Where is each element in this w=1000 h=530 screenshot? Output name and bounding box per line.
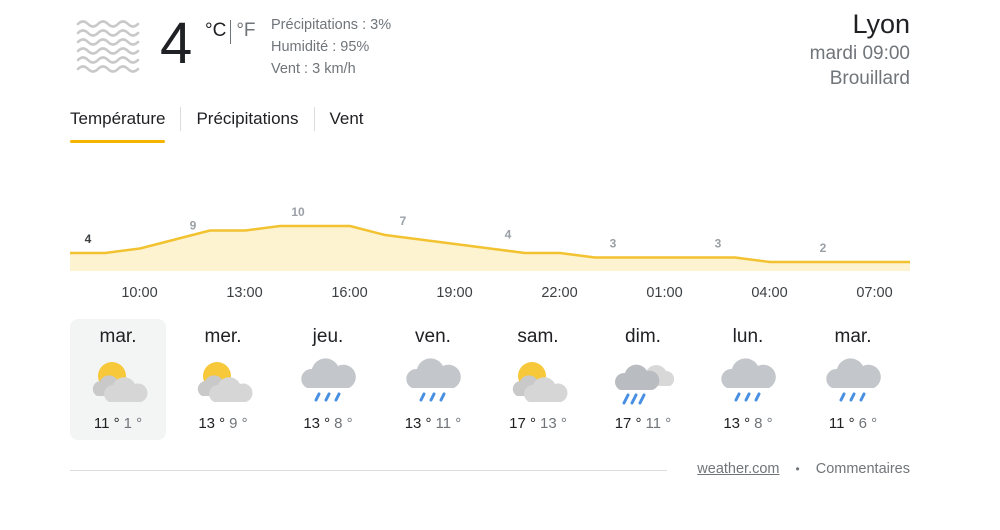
precipitation-text: Précipitations : 3% bbox=[271, 17, 392, 33]
high-temperature: 17 ° bbox=[614, 415, 642, 432]
daily-forecast: mar. 11 ° 1 ° mer. 13 ° 9 ° jeu. 13 ° 8 ° ven. 13 … bbox=[70, 319, 910, 440]
temperature-data-label: 10 bbox=[291, 205, 305, 219]
high-temperature: 13 ° bbox=[723, 415, 751, 432]
humidity-text: Humidité : 95% bbox=[271, 39, 370, 55]
current-conditions: 4 °C °F Précipitations : 3% Humidité : 9… bbox=[0, 0, 1000, 100]
hour-tick-label: 22:00 bbox=[541, 285, 578, 301]
wind-text: Vent : 3 km/h bbox=[271, 61, 356, 77]
high-temperature: 13 ° bbox=[404, 415, 432, 432]
day-temperatures: 17 ° 11 ° bbox=[595, 414, 691, 434]
forecast-day-2[interactable]: jeu. 13 ° 8 ° bbox=[280, 319, 376, 440]
day-name: ven. bbox=[415, 326, 451, 347]
high-temperature: 17 ° bbox=[509, 415, 536, 432]
low-temperature: 13 ° bbox=[540, 415, 567, 432]
rain-icon bbox=[717, 356, 779, 408]
temperature-chart-svg: 4 9 10 7 4 3 3 2 bbox=[70, 205, 910, 271]
temperature-data-label: 3 bbox=[610, 237, 617, 251]
day-name: dim. bbox=[625, 326, 661, 347]
low-temperature: 11 ° bbox=[435, 415, 462, 432]
day-name: mer. bbox=[204, 326, 242, 347]
low-temperature: 11 ° bbox=[645, 415, 672, 432]
forecast-day-4[interactable]: sam. 17 ° 13 ° bbox=[490, 319, 586, 440]
hour-tick-label: 13:00 bbox=[226, 285, 263, 301]
fahrenheit-button[interactable]: °F bbox=[236, 20, 255, 42]
day-temperatures: 13 ° 11 ° bbox=[385, 414, 481, 434]
day-name: sam. bbox=[517, 326, 559, 347]
city-name: Lyon bbox=[852, 9, 910, 39]
forecast-day-3[interactable]: ven. 13 ° 11 ° bbox=[385, 319, 481, 440]
tab-temperature[interactable]: Température bbox=[70, 103, 166, 143]
day-temperatures: 13 ° 8 ° bbox=[280, 414, 376, 434]
current-temperature: 4 bbox=[160, 11, 193, 76]
low-temperature: 8 ° bbox=[334, 415, 353, 432]
hour-tick-label: 19:00 bbox=[436, 285, 473, 301]
temperature-data-label: 4 bbox=[85, 232, 92, 246]
partly-cloudy-icon bbox=[87, 356, 149, 408]
low-temperature: 9 ° bbox=[229, 415, 248, 432]
low-temperature: 6 ° bbox=[858, 415, 878, 432]
day-temperatures: 13 ° 8 ° bbox=[700, 414, 796, 434]
high-temperature: 13 ° bbox=[303, 415, 331, 432]
scattered-showers-icon bbox=[612, 356, 675, 408]
day-temperatures: 17 ° 13 ° bbox=[490, 414, 586, 434]
day-temperatures: 11 ° 6 ° bbox=[805, 414, 901, 434]
tab-divider bbox=[180, 107, 182, 131]
footer: weather.com • Commentaires bbox=[697, 461, 910, 477]
high-temperature: 13 ° bbox=[198, 415, 226, 432]
source-link[interactable]: weather.com bbox=[697, 461, 779, 477]
temperature-data-label: 2 bbox=[820, 241, 827, 255]
unit-divider bbox=[230, 20, 232, 44]
hour-tick-label: 01:00 bbox=[646, 285, 683, 301]
forecast-day-1[interactable]: mer. 13 ° 9 ° bbox=[175, 319, 271, 440]
low-temperature: 8 ° bbox=[754, 415, 773, 432]
temperature-data-label: 3 bbox=[715, 237, 722, 251]
temperature-data-label: 7 bbox=[400, 214, 407, 228]
day-name: mar. bbox=[834, 326, 872, 347]
hour-tick-label: 16:00 bbox=[331, 285, 368, 301]
location-block: Lyon mardi 09:00 Brouillard bbox=[810, 7, 910, 91]
day-name: lun. bbox=[732, 326, 764, 347]
fog-icon bbox=[76, 20, 140, 73]
day-name: mar. bbox=[99, 326, 137, 347]
current-condition: Brouillard bbox=[829, 68, 910, 89]
hour-tick-label: 07:00 bbox=[856, 285, 893, 301]
forecast-day-7[interactable]: mar. 11 ° 6 ° bbox=[805, 319, 901, 440]
hour-axis: 10:00 13:00 16:00 19:00 22:00 01:00 04:00 07:00 bbox=[70, 285, 910, 307]
feedback-link[interactable]: Commentaires bbox=[816, 461, 910, 477]
tab-bar: Température Précipitations Vent bbox=[70, 103, 364, 143]
temperature-chart: 4 9 10 7 4 3 3 2 bbox=[70, 196, 910, 276]
day-name: jeu. bbox=[312, 326, 344, 347]
high-temperature: 11 ° bbox=[828, 415, 855, 432]
weather-details: Précipitations : 3% Humidité : 95% Vent … bbox=[271, 14, 391, 80]
day-temperatures: 13 ° 9 ° bbox=[175, 414, 271, 434]
hour-tick-label: 10:00 bbox=[121, 285, 158, 301]
current-datetime: mardi 09:00 bbox=[809, 43, 910, 64]
hour-tick-label: 04:00 bbox=[751, 285, 788, 301]
rain-icon bbox=[297, 356, 359, 408]
celsius-button[interactable]: °C bbox=[205, 20, 226, 42]
unit-switch: °C °F bbox=[205, 20, 256, 44]
rain-icon bbox=[402, 356, 464, 408]
temperature-data-label: 4 bbox=[505, 228, 512, 242]
footer-divider bbox=[70, 470, 667, 471]
day-temperatures: 11 ° 1 ° bbox=[70, 414, 166, 434]
tab-precipitation[interactable]: Précipitations bbox=[196, 103, 298, 143]
partly-cloudy-icon bbox=[192, 356, 254, 408]
rain-icon bbox=[822, 356, 884, 408]
footer-separator: • bbox=[795, 462, 800, 476]
low-temperature: 1 ° bbox=[123, 415, 143, 432]
forecast-day-5[interactable]: dim. 17 ° 11 ° bbox=[595, 319, 691, 440]
high-temperature: 11 ° bbox=[93, 415, 120, 432]
tab-divider bbox=[313, 107, 315, 131]
forecast-day-6[interactable]: lun. 13 ° 8 ° bbox=[700, 319, 796, 440]
temperature-data-label: 9 bbox=[190, 219, 197, 233]
partly-cloudy-icon bbox=[507, 356, 569, 408]
tab-wind[interactable]: Vent bbox=[330, 103, 364, 143]
forecast-day-0[interactable]: mar. 11 ° 1 ° bbox=[70, 319, 166, 440]
